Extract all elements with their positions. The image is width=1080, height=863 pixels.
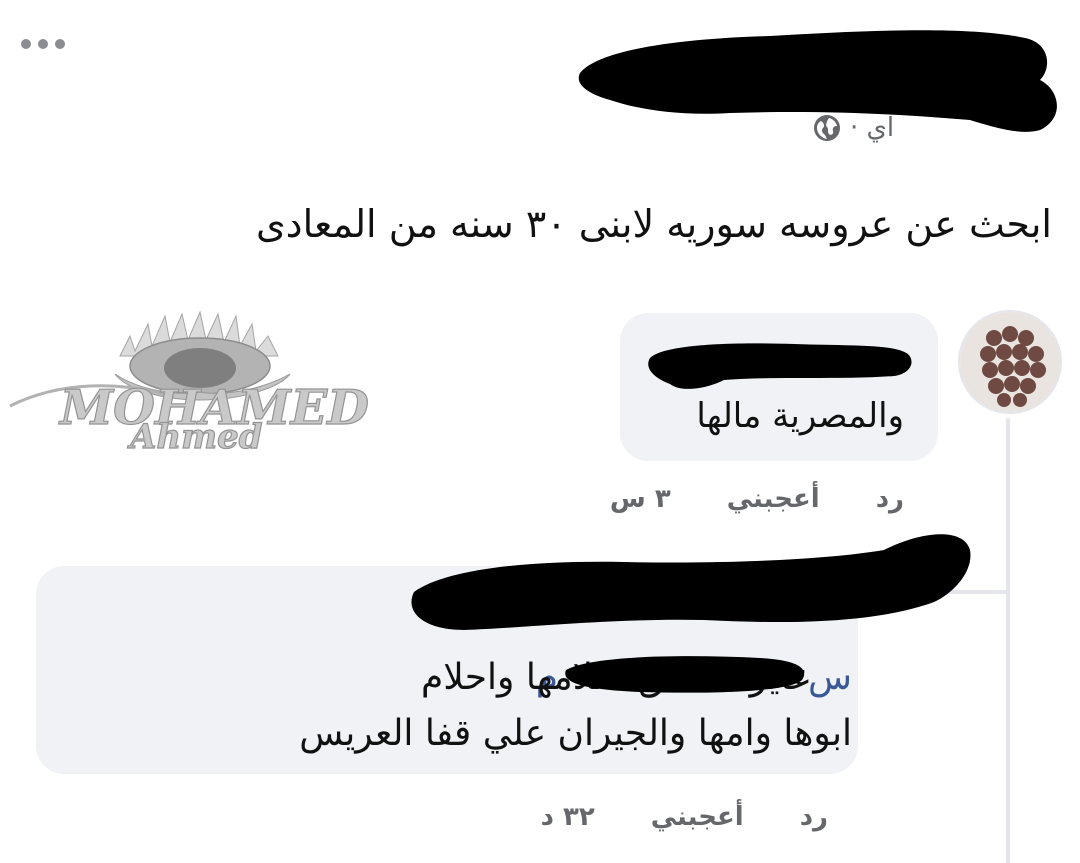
- reply-time: ٣٢ د: [540, 802, 595, 832]
- post-meta: اي ·: [812, 112, 912, 144]
- like-button[interactable]: أعجبني: [727, 484, 820, 514]
- mention-end[interactable]: س: [808, 657, 852, 698]
- post-timestamp: اي ·: [850, 113, 895, 143]
- redacted-commenter-name: [644, 336, 916, 396]
- watermark-name-line2: Ahmed: [127, 417, 263, 457]
- commenter-avatar[interactable]: [958, 310, 1062, 414]
- comment-time: ٣ س: [609, 484, 671, 514]
- reply-button[interactable]: رد: [876, 484, 904, 514]
- reply-text-line2: ابوها وامها والجيران علي قفا العريس: [299, 713, 852, 754]
- reply-like-button[interactable]: أعجبني: [651, 802, 744, 832]
- comment-text: والمصرية مالها: [696, 396, 904, 436]
- post-text: ابحث عن عروسه سوريه لابنى ٣٠ سنه من المع…: [255, 202, 1052, 246]
- reply-actions: ٣٢ د أعجبني رد: [541, 802, 828, 832]
- thread-line: [1006, 418, 1010, 863]
- watermark-logo: MOHAMED Ahmed: [0, 296, 420, 466]
- comment-actions: ٣ س أعجبني رد: [610, 484, 904, 514]
- more-options-icon[interactable]: [18, 34, 74, 54]
- reply-reply-button[interactable]: رد: [800, 802, 828, 832]
- redacted-mention: [560, 650, 812, 696]
- globe-icon[interactable]: [812, 113, 842, 143]
- redacted-replier-name: [404, 520, 974, 640]
